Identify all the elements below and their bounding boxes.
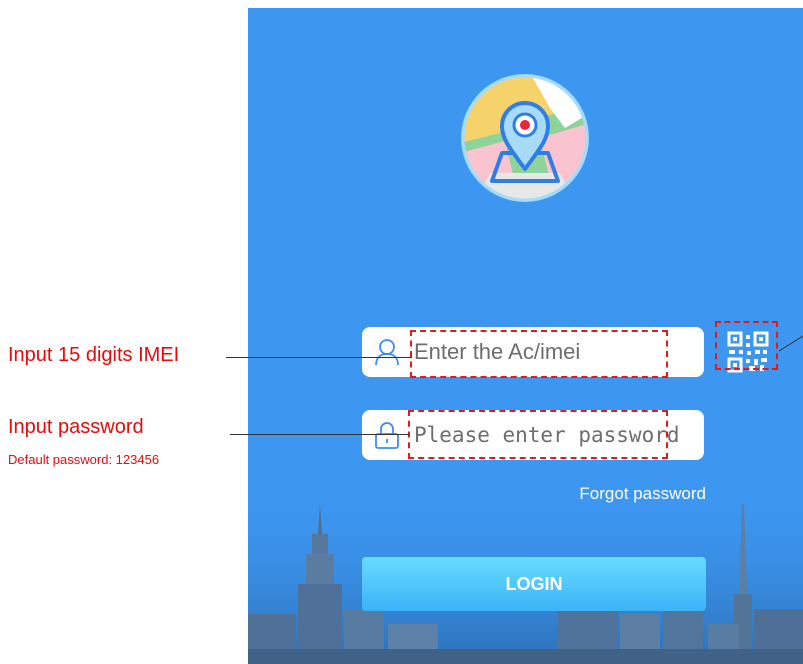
imei-leader-line [226,357,412,358]
account-input[interactable] [414,335,692,369]
forgot-password-link[interactable]: Forgot password [579,484,706,504]
account-field[interactable] [362,327,704,377]
map-location-pin-icon [461,74,589,202]
user-icon [375,339,399,366]
password-leader-line [230,434,410,435]
login-screen: Forgot password LOGIN [248,8,803,664]
password-annotation: Input password [8,416,144,438]
login-button[interactable]: LOGIN [362,557,706,611]
password-field[interactable] [362,410,704,460]
qr-code-scan-icon[interactable] [727,331,769,373]
imei-annotation: Input 15 digits IMEI [8,344,180,366]
lock-icon [375,422,399,449]
default-password-note: Default password: 123456 [8,452,160,467]
password-input[interactable] [414,418,692,452]
